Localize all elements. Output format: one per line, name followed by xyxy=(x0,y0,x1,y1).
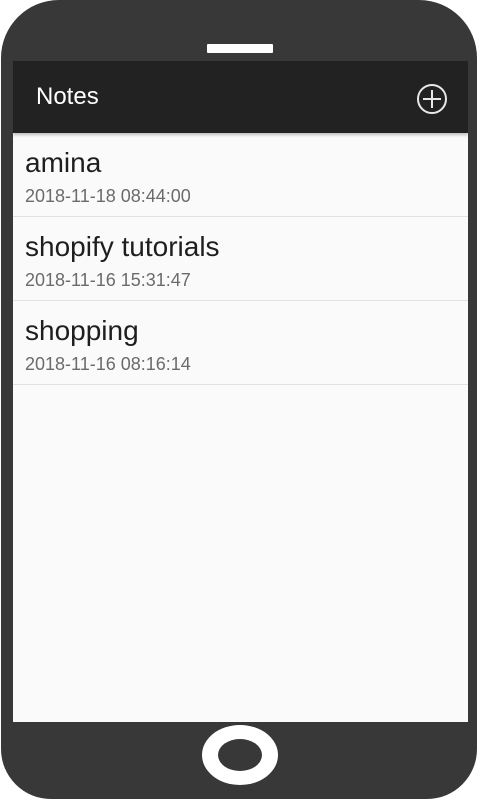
note-list: amina 2018-11-18 08:44:00 shopify tutori… xyxy=(13,133,468,385)
plus-circle-icon xyxy=(417,84,447,114)
note-date: 2018-11-18 08:44:00 xyxy=(25,186,191,206)
list-item[interactable]: amina 2018-11-18 08:44:00 xyxy=(13,133,468,217)
phone-speaker xyxy=(207,44,273,53)
note-title: amina xyxy=(25,147,102,178)
add-note-button[interactable] xyxy=(416,83,448,115)
list-item[interactable]: shopify tutorials 2018-11-16 15:31:47 xyxy=(13,217,468,301)
phone-frame: Notes amina 2018-11-18 08:44:00 shopify … xyxy=(1,0,477,799)
note-title: shopify tutorials xyxy=(25,231,220,262)
home-button[interactable] xyxy=(202,725,278,785)
note-date: 2018-11-16 15:31:47 xyxy=(25,270,191,290)
note-date: 2018-11-16 08:16:14 xyxy=(25,354,191,374)
app-screen: Notes amina 2018-11-18 08:44:00 shopify … xyxy=(13,61,468,722)
note-title: shopping xyxy=(25,315,139,346)
app-bar: Notes xyxy=(13,61,468,133)
app-title: Notes xyxy=(36,83,99,110)
home-button-center xyxy=(218,739,262,771)
list-item[interactable]: shopping 2018-11-16 08:16:14 xyxy=(13,301,468,385)
